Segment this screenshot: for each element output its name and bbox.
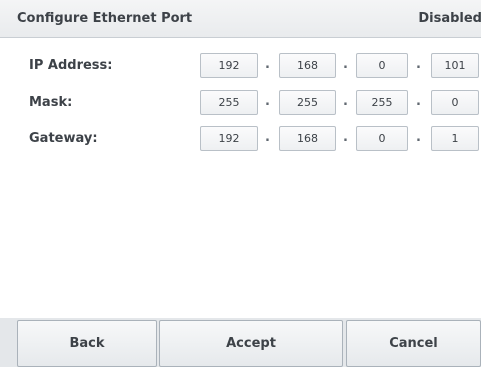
ip-octet-3-field[interactable]: 0 [356,53,408,78]
port-status: Disabled [418,11,481,26]
page-title: Configure Ethernet Port [17,11,193,26]
ip-address-label: IP Address: [29,58,113,73]
gateway-octet-3-field[interactable]: 0 [356,126,408,151]
mask-label: Mask: [29,95,73,110]
mask-separator-2: . [343,94,348,109]
gateway-octet-1-field[interactable]: 192 [200,126,258,151]
ip-address-row: IP Address: 192 . 168 . 0 . 101 [0,53,481,79]
ip-separator-1: . [265,57,270,72]
gateway-separator-2: . [343,130,348,145]
ip-octet-1-field[interactable]: 192 [200,53,258,78]
cancel-button[interactable]: Cancel [346,320,481,367]
ip-octet-2-field[interactable]: 168 [279,53,336,78]
mask-octet-3-field[interactable]: 255 [356,90,408,115]
gateway-octet-4-field[interactable]: 1 [431,126,479,151]
mask-octet-4-field[interactable]: 0 [431,90,479,115]
ip-separator-2: . [343,57,348,72]
back-button[interactable]: Back [17,320,157,367]
gateway-separator-3: . [416,130,421,145]
accept-button[interactable]: Accept [159,320,343,367]
mask-octet-2-field[interactable]: 255 [279,90,336,115]
title-bar: Configure Ethernet Port Disabled [0,0,481,38]
mask-separator-1: . [265,94,270,109]
gateway-row: Gateway: 192 . 168 . 0 . 1 [0,126,481,152]
mask-row: Mask: 255 . 255 . 255 . 0 [0,90,481,116]
ip-octet-4-field[interactable]: 101 [431,53,479,78]
mask-separator-3: . [416,94,421,109]
ip-separator-3: . [416,57,421,72]
gateway-separator-1: . [265,130,270,145]
gateway-octet-2-field[interactable]: 168 [279,126,336,151]
mask-octet-1-field[interactable]: 255 [200,90,258,115]
gateway-label: Gateway: [29,131,98,146]
